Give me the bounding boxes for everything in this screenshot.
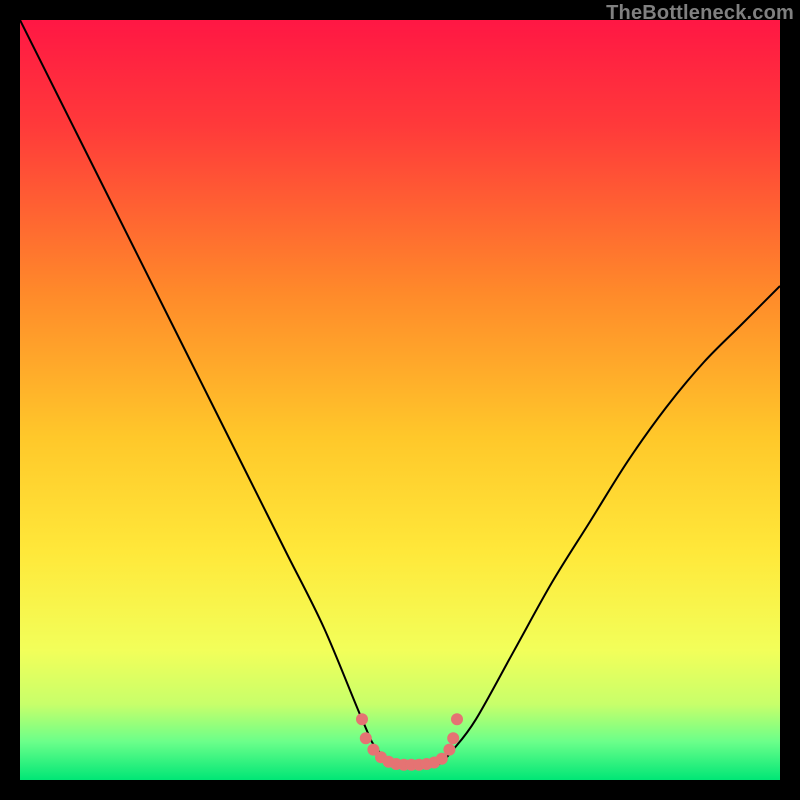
chart-svg	[20, 20, 780, 780]
valley-marker	[360, 732, 372, 744]
valley-marker	[356, 713, 368, 725]
chart-frame: TheBottleneck.com	[0, 0, 800, 800]
valley-marker	[447, 732, 459, 744]
plot-area	[20, 20, 780, 780]
valley-marker	[451, 713, 463, 725]
watermark-text: TheBottleneck.com	[606, 2, 794, 25]
valley-marker	[443, 744, 455, 756]
gradient-background	[20, 20, 780, 780]
